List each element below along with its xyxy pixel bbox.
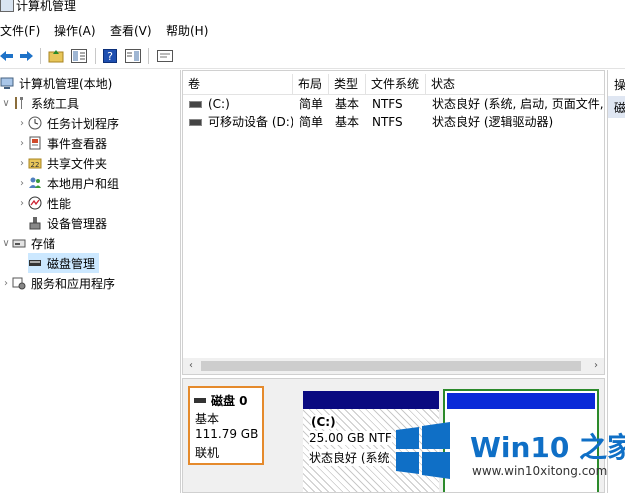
- computer-management-window: 计算机管理 文件(F) 操作(A) 查看(V) 帮助(H) ? 计算机管理(本地…: [0, 0, 625, 493]
- volume-list: 卷 布局 类型 文件系统 状态 (C:) 简单 基本 NTFS 状态良好 (系统…: [182, 70, 605, 375]
- chevron-right-icon[interactable]: ›: [16, 198, 28, 209]
- menu-help[interactable]: 帮助(H): [166, 22, 208, 39]
- watermark: Win10 之家 www.win10xitong.com: [388, 412, 625, 493]
- chevron-right-icon[interactable]: ›: [16, 118, 28, 129]
- tree-item-shared-folders[interactable]: › 22 共享文件夹: [16, 153, 107, 173]
- tree-root[interactable]: 计算机管理(本地): [0, 73, 112, 93]
- volume-list-header: 卷 布局 类型 文件系统 状态: [183, 74, 604, 95]
- chevron-right-icon[interactable]: ›: [0, 278, 12, 289]
- actions-item-disk[interactable]: 磁: [608, 96, 625, 118]
- tree-item-task-scheduler[interactable]: › 任务计划程序: [16, 113, 119, 133]
- svg-text:22: 22: [31, 161, 40, 169]
- window-title: 计算机管理: [16, 0, 77, 13]
- watermark-title: Win10 之家: [470, 431, 625, 464]
- event-log-icon: [28, 136, 42, 150]
- tools-icon: [12, 96, 26, 110]
- scrollbar-thumb[interactable]: [201, 361, 581, 371]
- properties-icon[interactable]: [156, 48, 174, 64]
- menu-action[interactable]: 操作(A): [54, 22, 96, 39]
- tree-item-event-viewer[interactable]: › 事件查看器: [16, 133, 107, 153]
- chevron-left-icon[interactable]: ‹: [183, 358, 199, 374]
- title-bar: 计算机管理: [0, 0, 625, 16]
- menu-view[interactable]: 查看(V): [110, 22, 152, 39]
- storage-icon: [12, 236, 26, 250]
- disk-name: 磁盘 0: [211, 394, 248, 408]
- chevron-right-icon[interactable]: ›: [16, 158, 28, 169]
- horizontal-scrollbar[interactable]: ‹ ›: [183, 358, 604, 374]
- chevron-down-icon[interactable]: ∨: [0, 238, 12, 249]
- tree-item-local-users[interactable]: › 本地用户和组: [16, 173, 119, 193]
- tree-item-disk-management[interactable]: 磁盘管理: [28, 253, 100, 273]
- chevron-down-icon[interactable]: ∨: [0, 98, 12, 109]
- shared-folder-icon: 22: [28, 156, 42, 170]
- show-action-pane-icon[interactable]: [124, 48, 142, 64]
- partition-c-status: 状态良好 (系统: [309, 449, 390, 466]
- tree-item-device-manager[interactable]: 设备管理器: [28, 213, 107, 233]
- partition-d-bar: [447, 393, 595, 409]
- tree-root-label: 计算机管理(本地): [19, 76, 113, 91]
- chevron-right-icon[interactable]: ›: [16, 138, 28, 149]
- disk-icon: [28, 256, 42, 270]
- show-hide-tree-icon[interactable]: [70, 48, 88, 64]
- computer-icon: [0, 76, 14, 90]
- up-folder-icon[interactable]: [48, 48, 64, 64]
- volume-icon: [189, 101, 202, 108]
- volume-icon: [189, 119, 202, 126]
- disk-size: 111.79 GB: [195, 427, 259, 441]
- windows-logo-icon: [396, 422, 450, 479]
- table-row[interactable]: 可移动设备 (D:) 简单 基本 NTFS 状态良好 (逻辑驱动器): [183, 113, 604, 131]
- computer-management-icon: [0, 0, 14, 12]
- toolbar: ?: [0, 44, 625, 69]
- column-status[interactable]: 状态: [426, 74, 606, 94]
- navigation-tree: 计算机管理(本地) ∨ 系统工具 › 任务计划程序 › 事件查看器 › 22 共…: [0, 70, 181, 493]
- disk-kind: 基本: [195, 412, 220, 426]
- tree-item-storage[interactable]: ∨ 存储: [0, 233, 55, 253]
- disk-state: 联机: [195, 446, 220, 460]
- clock-icon: [28, 116, 42, 130]
- performance-icon: [28, 196, 42, 210]
- tree-item-services-apps[interactable]: › 服务和应用程序: [0, 273, 115, 293]
- actions-header: 操: [614, 78, 625, 92]
- tree-item-performance[interactable]: › 性能: [16, 193, 71, 213]
- column-volume[interactable]: 卷: [183, 74, 293, 94]
- column-filesystem[interactable]: 文件系统: [366, 74, 426, 94]
- svg-text:?: ?: [107, 50, 113, 63]
- chevron-right-icon[interactable]: ›: [16, 178, 28, 189]
- forward-arrow-icon[interactable]: [18, 48, 34, 64]
- services-icon: [12, 276, 26, 290]
- menu-bar: 文件(F) 操作(A) 查看(V) 帮助(H): [0, 18, 625, 42]
- partition-c-label: (C:): [311, 415, 336, 429]
- partition-c-bar: [303, 391, 439, 409]
- back-arrow-icon[interactable]: [0, 48, 14, 64]
- menu-file[interactable]: 文件(F): [0, 22, 40, 39]
- device-manager-icon: [28, 216, 42, 230]
- disk-icon: [194, 398, 206, 403]
- chevron-right-icon[interactable]: ›: [588, 358, 604, 374]
- tree-item-system-tools[interactable]: ∨ 系统工具: [0, 93, 79, 113]
- help-icon[interactable]: ?: [102, 48, 118, 64]
- table-row[interactable]: (C:) 简单 基本 NTFS 状态良好 (系统, 启动, 页面文件,: [183, 95, 604, 113]
- users-icon: [28, 176, 42, 190]
- column-layout[interactable]: 布局: [293, 74, 329, 94]
- column-type[interactable]: 类型: [329, 74, 366, 94]
- partition-c-size: 25.00 GB NTF: [309, 431, 392, 445]
- watermark-url: www.win10xitong.com: [472, 464, 608, 478]
- disk-0-info[interactable]: 磁盘 0 基本 111.79 GB 联机: [188, 386, 264, 465]
